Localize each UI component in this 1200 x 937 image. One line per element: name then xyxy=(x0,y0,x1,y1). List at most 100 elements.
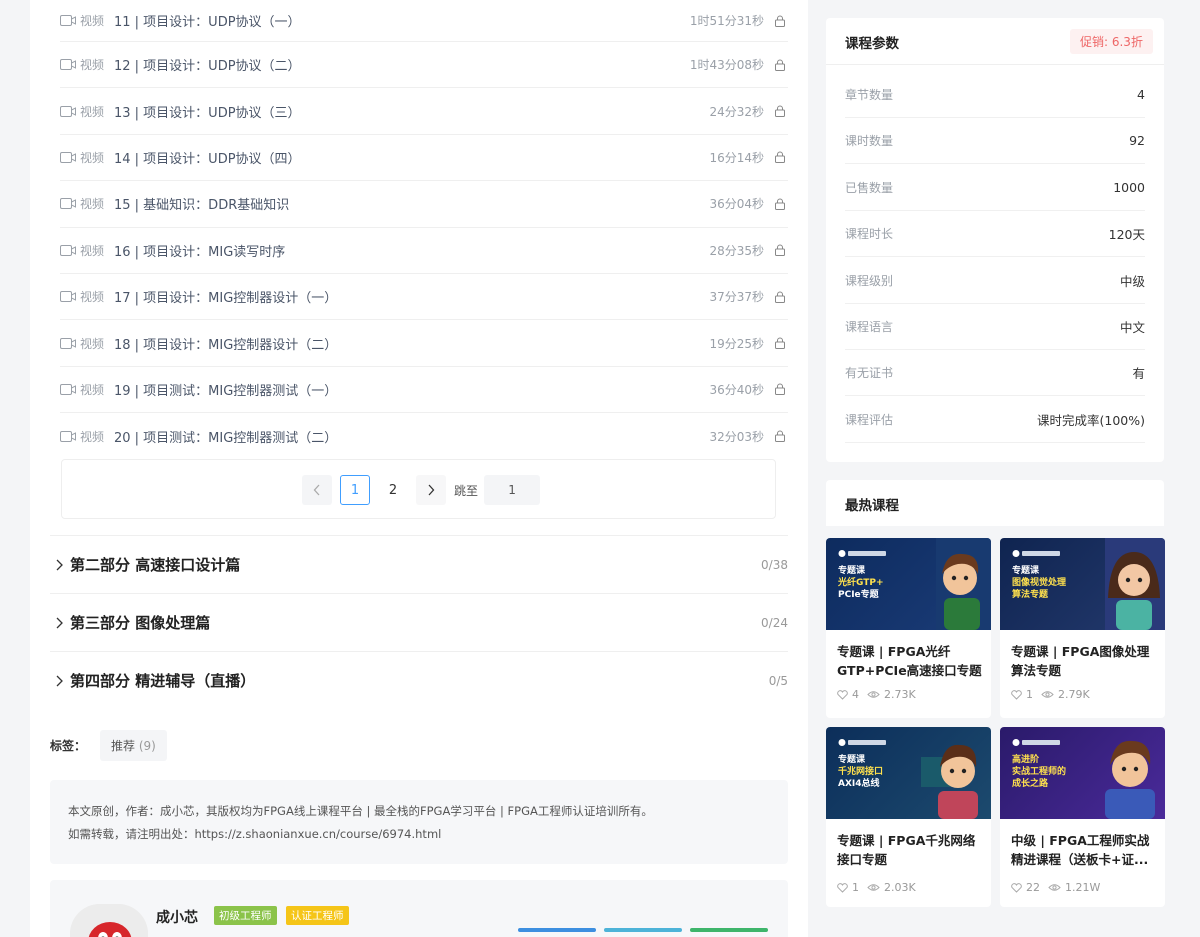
lesson-title: 11 | 项目设计：UDP协议（一） xyxy=(114,15,301,30)
lesson-row[interactable]: 视频 20 | 项目测试：MIG控制器测试（二） 32分03秒 xyxy=(60,413,788,459)
heart-icon xyxy=(1011,882,1022,893)
section-progress: 0/38 xyxy=(761,557,788,572)
lesson-row[interactable]: 视频 13 | 项目设计：UDP协议（三） 24分32秒 xyxy=(60,88,788,135)
param-row: 课程评估 课时完成率(100%) xyxy=(845,397,1145,444)
page-2-button[interactable]: 2 xyxy=(378,475,408,505)
param-row: 课时数量 92 xyxy=(845,118,1145,165)
param-key: 已售数量 xyxy=(845,181,894,196)
eye-icon xyxy=(1048,884,1061,891)
video-icon xyxy=(60,337,76,349)
lesson-row[interactable]: 视频 19 | 项目测试：MIG控制器测试（一） 36分40秒 xyxy=(60,367,788,414)
section-row[interactable]: 第三部分 图像处理篇 0/24 xyxy=(50,593,788,651)
video-icon xyxy=(60,383,76,395)
course-thumbnail: 高进阶 实战工程师的 成长之路 xyxy=(1000,727,1165,819)
chevron-right-icon xyxy=(56,675,63,686)
video-icon xyxy=(60,244,76,256)
view-count: 2.73K xyxy=(884,688,916,701)
lesson-row[interactable]: 视频 18 | 项目设计：MIG控制器设计（二） 19分25秒 xyxy=(60,320,788,367)
lesson-duration: 16分14秒 xyxy=(709,150,764,165)
param-key: 课程级别 xyxy=(845,274,894,289)
lesson-title: 20 | 项目测试：MIG控制器测试（二） xyxy=(114,430,338,446)
heart-icon xyxy=(1011,689,1022,700)
brand-logo xyxy=(838,739,886,746)
lesson-row[interactable]: 视频 17 | 项目设计：MIG控制器设计（一） 37分37秒 xyxy=(60,274,788,321)
repost-notice[interactable]: 如需转载，请注明出处：https://z.shaonianxue.cn/cour… xyxy=(68,823,770,846)
course-title[interactable]: 中级 | FPGA工程师实战精进课程（送板卡+证... xyxy=(1011,831,1159,869)
like-count: 22 xyxy=(1026,881,1040,894)
lesson-duration: 36分40秒 xyxy=(709,382,764,397)
lesson-row[interactable]: 视频 14 | 项目设计：UDP协议（四） 16分14秒 xyxy=(60,135,788,182)
brand-logo xyxy=(1012,739,1060,746)
avatar[interactable] xyxy=(70,904,148,937)
lesson-type: 视频 xyxy=(80,197,105,212)
lesson-row[interactable]: 视频 16 | 项目设计：MIG读写时序 28分35秒 xyxy=(60,228,788,274)
lesson-list: 视频 11 | 项目设计：UDP协议（一） 1时51分31秒 视频 12 | 项… xyxy=(60,0,788,460)
next-page-button[interactable] xyxy=(416,475,446,505)
lesson-duration: 28分35秒 xyxy=(709,243,764,258)
author-name[interactable]: 成小芯 xyxy=(156,907,198,927)
course-card[interactable]: 专题课 光纤GTP+ PCIe专题 专题课 | FPGA光纤GTP+PCIe高速接口… xyxy=(826,538,991,718)
lock-icon xyxy=(775,430,785,443)
prev-page-button[interactable] xyxy=(302,475,332,505)
thumbnail-caption: 专题课 光纤GTP+ PCIe专题 xyxy=(838,565,908,601)
course-stats: 4 2.73K xyxy=(837,688,916,701)
brand-logo xyxy=(1012,550,1060,557)
lock-icon xyxy=(775,105,785,118)
lock-icon xyxy=(775,244,785,257)
course-card[interactable]: 专题课 图像视觉处理 算法专题 专题课 | FPGA图像处理算法专题 1 2.79K xyxy=(1000,538,1165,718)
brand-logo xyxy=(838,550,886,557)
hot-header: 最热课程 xyxy=(826,480,1164,526)
caption-line: 成长之路 xyxy=(1012,779,1049,789)
param-row: 课程语言 中文 xyxy=(845,304,1145,351)
like-count: 4 xyxy=(852,688,859,701)
lesson-duration: 1时43分08秒 xyxy=(689,58,764,73)
thumbnail-caption: 高进阶 实战工程师的 成长之路 xyxy=(1012,754,1082,790)
param-row: 课程级别 中级 xyxy=(845,258,1145,305)
lesson-row[interactable]: 视频 11 | 项目设计：UDP协议（一） 1时51分31秒 xyxy=(60,0,788,42)
tag-chip[interactable]: 推荐 (9) xyxy=(100,730,167,761)
param-value: 1000 xyxy=(1113,180,1145,196)
pagination-box: 1 2 跳至 1 xyxy=(61,459,776,519)
chevron-right-icon xyxy=(56,617,63,628)
lesson-row[interactable]: 视频 12 | 项目设计：UDP协议（二） 1时43分08秒 xyxy=(60,42,788,89)
lock-icon xyxy=(775,383,785,396)
section-progress: 0/24 xyxy=(761,615,788,630)
eye-icon xyxy=(1041,691,1054,698)
lesson-title: 16 | 项目设计：MIG读写时序 xyxy=(114,244,286,260)
param-row: 课程时长 120天 xyxy=(845,211,1145,258)
param-value: 120天 xyxy=(1108,227,1145,243)
author-action-button[interactable] xyxy=(604,928,682,932)
lesson-title: 17 | 项目设计：MIG控制器设计（一） xyxy=(114,291,338,307)
course-params-card: 课程参数 促销: 6.3折 章节数量 4 课时数量 92 已售数量 1000 课程时长… xyxy=(826,18,1164,462)
course-title[interactable]: 专题课 | FPGA光纤GTP+PCIe高速接口专题 xyxy=(837,642,985,680)
section-name: 第四部分 精进辅导（直播） xyxy=(70,672,256,690)
course-title[interactable]: 专题课 | FPGA图像处理算法专题 xyxy=(1011,642,1159,680)
video-icon xyxy=(60,15,76,26)
page-1-button[interactable]: 1 xyxy=(340,475,370,505)
lesson-title: 18 | 项目设计：MIG控制器设计（二） xyxy=(114,337,338,353)
course-stats: 1 2.03K xyxy=(837,881,916,894)
author-action-button[interactable] xyxy=(518,928,596,932)
param-value: 有 xyxy=(1132,366,1145,382)
section-row[interactable]: 第四部分 精进辅导（直播） 0/5 xyxy=(50,651,788,709)
caption-line: 专题课 xyxy=(838,566,866,576)
jump-page-input[interactable]: 1 xyxy=(484,475,541,505)
course-card[interactable]: 专题课 千兆网接口 AXI4总线 专题课 | FPGA千兆网络接口专题 1 2.03… xyxy=(826,727,991,907)
card-title: 课程参数 xyxy=(845,36,899,52)
section-row[interactable]: 第二部分 高速接口设计篇 0/38 xyxy=(50,535,788,593)
hot-courses-card: 最热课程 专题课 光纤GTP+ PCIe专题 专题课 | FPGA光纤GTP+PCI… xyxy=(826,480,1165,912)
tags-bar: 标签： 推荐 (9) xyxy=(50,730,167,761)
lesson-duration: 1时51分31秒 xyxy=(689,14,764,28)
lesson-type: 视频 xyxy=(80,336,105,351)
course-thumbnail: 专题课 千兆网接口 AXI4总线 xyxy=(826,727,991,819)
lesson-row[interactable]: 视频 15 | 基础知识：DDR基础知识 36分04秒 xyxy=(60,181,788,228)
copyright-notice: 本文原创，作者：成小芯，其版权均为FPGA线上课程平台 | 最全栈的FPGA学习… xyxy=(50,780,788,864)
view-count: 2.03K xyxy=(884,881,916,894)
author-action-button[interactable] xyxy=(690,928,768,932)
course-card[interactable]: 高进阶 实战工程师的 成长之路 中级 | FPGA工程师实战精进课程（送板卡+证..… xyxy=(1000,727,1165,907)
course-title[interactable]: 专题课 | FPGA千兆网络接口专题 xyxy=(837,831,985,869)
lock-icon xyxy=(775,198,785,210)
card-title: 最热课程 xyxy=(845,498,899,514)
lesson-title: 13 | 项目设计：UDP协议（三） xyxy=(114,105,301,121)
param-key: 课程评估 xyxy=(845,413,894,428)
